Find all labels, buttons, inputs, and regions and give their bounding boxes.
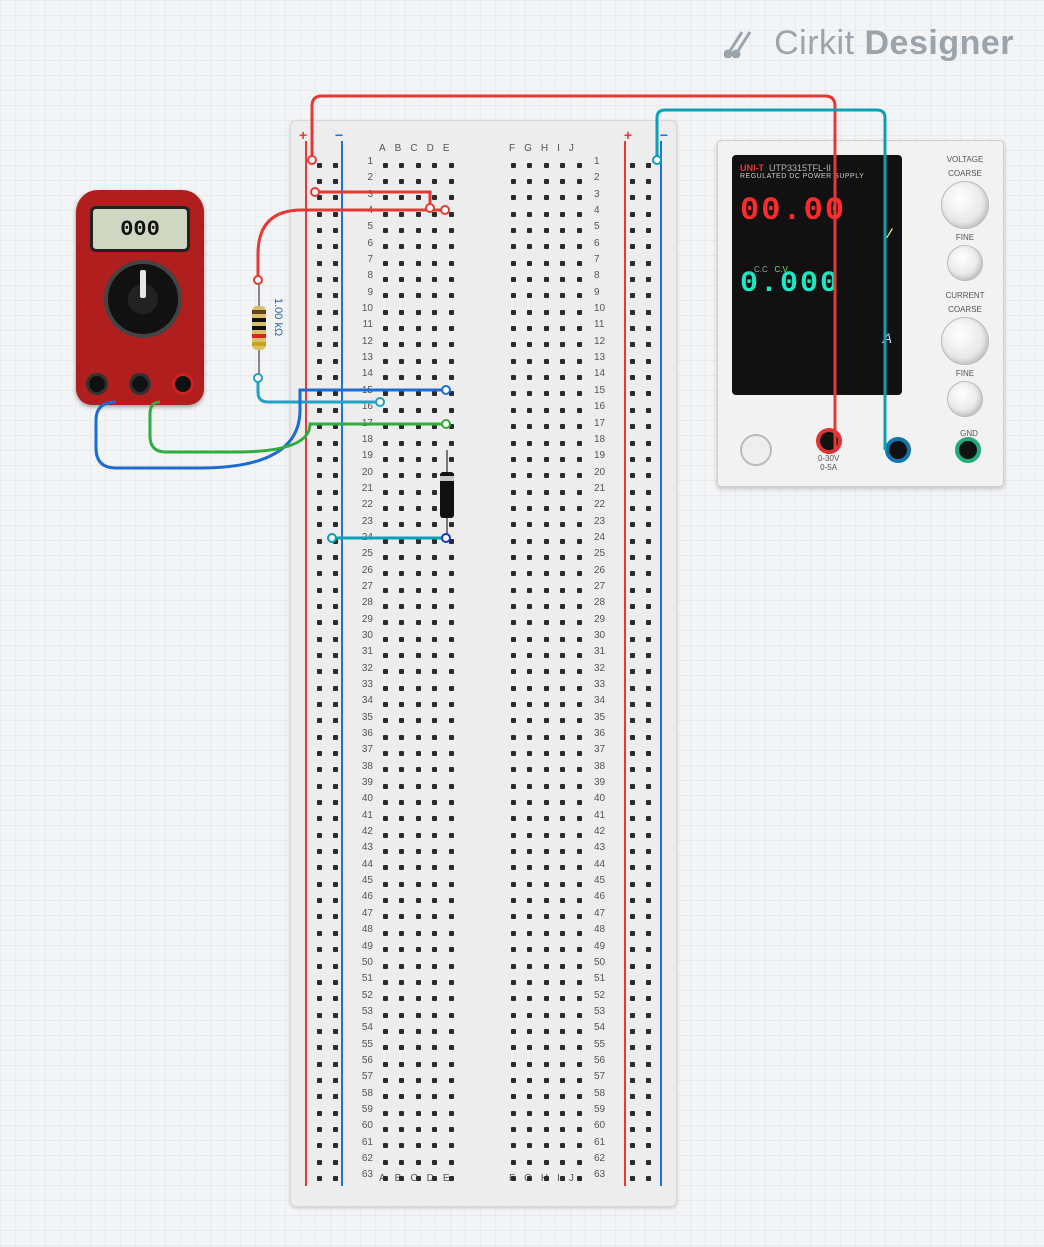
psu-knob-fine-a-label: FINE: [937, 369, 993, 378]
psu-model: UTP3315TFL-II: [769, 163, 831, 173]
psu-knob-coarse-a-label: COARSE: [937, 305, 993, 314]
psu-voltage-section-label: VOLTAGE: [937, 155, 993, 164]
multimeter-port-com[interactable]: [86, 373, 108, 395]
resistor-body: [252, 306, 266, 350]
psu-cc-label: C.C: [754, 265, 768, 274]
bb-row-numbers-right: 1234567891011121314151617181920212223242…: [594, 157, 610, 1187]
diode-cathode-stripe: [440, 476, 454, 481]
psu-jack-gnd[interactable]: [955, 437, 981, 463]
psu-power-button[interactable]: [740, 434, 772, 466]
brand-name: Cirkit: [774, 24, 854, 62]
psu-voltage-unit: V: [883, 225, 892, 241]
bb-holes-left: [377, 157, 460, 1187]
psu-jack-neg[interactable]: [885, 437, 911, 463]
diode-lead-anode: [446, 450, 448, 472]
bb-col-labels-right-top: FGHIJ: [509, 143, 574, 154]
power-supply[interactable]: UNI-T UTP3315TFL-II REGULATED DC POWER S…: [717, 140, 1004, 487]
psu-subtitle: REGULATED DC POWER SUPPLY: [740, 173, 894, 180]
psu-brand: UNI-T: [740, 163, 764, 173]
multimeter-port-a[interactable]: [172, 373, 194, 395]
diode-lead-cathode: [446, 518, 448, 540]
bb-rail-left-pos: [305, 141, 307, 1186]
bb-holes-right: [505, 157, 588, 1187]
resistor-band-2: [252, 318, 266, 322]
resistor-1k[interactable]: [252, 278, 266, 378]
resistor-band-3: [252, 326, 266, 330]
psu-knob-coarse-v-label: COARSE: [937, 169, 993, 178]
resistor-lead-bottom: [258, 350, 260, 378]
app-brand: Cirkit Designer: [724, 24, 1014, 63]
psu-knob-fine-v-label: FINE: [937, 233, 993, 242]
bb-row-numbers-left: 1234567891011121314151617181920212223242…: [357, 157, 373, 1187]
brand-logo-icon: [724, 28, 758, 58]
bb-rail-holes-left: [311, 157, 343, 1187]
psu-knob-current-fine[interactable]: [947, 381, 983, 417]
resistor-lead-top: [258, 278, 260, 306]
multimeter-ports: [76, 373, 204, 395]
psu-knob-voltage-fine[interactable]: [947, 245, 983, 281]
bb-col-labels-left-top: ABCDE: [379, 143, 449, 154]
multimeter-dial[interactable]: [104, 260, 182, 338]
resistor-band-4: [252, 334, 266, 338]
diode[interactable]: [440, 450, 454, 540]
resistor-value-label: 1.00 kΩ: [272, 298, 284, 336]
psu-knob-voltage-coarse[interactable]: [941, 181, 989, 229]
psu-jack-pos[interactable]: [816, 428, 842, 454]
resistor-band-5: [252, 342, 266, 346]
multimeter[interactable]: 000: [76, 190, 204, 405]
psu-knob-current-coarse[interactable]: [941, 317, 989, 365]
multimeter-display: 000: [90, 206, 190, 252]
psu-voltage-readout: 00.00: [740, 192, 894, 229]
psu-spec-label: 0-30V 0-5A: [816, 454, 842, 472]
bb-rail-right-neg: [660, 141, 662, 1186]
psu-panel: UNI-T UTP3315TFL-II REGULATED DC POWER S…: [732, 155, 902, 395]
resistor-band-1: [252, 310, 266, 314]
bb-rail-holes-right: [624, 157, 656, 1187]
multimeter-port-v[interactable]: [129, 373, 151, 395]
psu-current-unit: A: [883, 330, 892, 346]
brand-suffix: Designer: [865, 24, 1015, 62]
breadboard[interactable]: + − + − ABCDE FGHIJ ABCDE FGHIJ 12345678…: [290, 120, 677, 1207]
psu-cv-label: C.V: [774, 265, 787, 274]
psu-current-section-label: CURRENT: [937, 291, 993, 300]
